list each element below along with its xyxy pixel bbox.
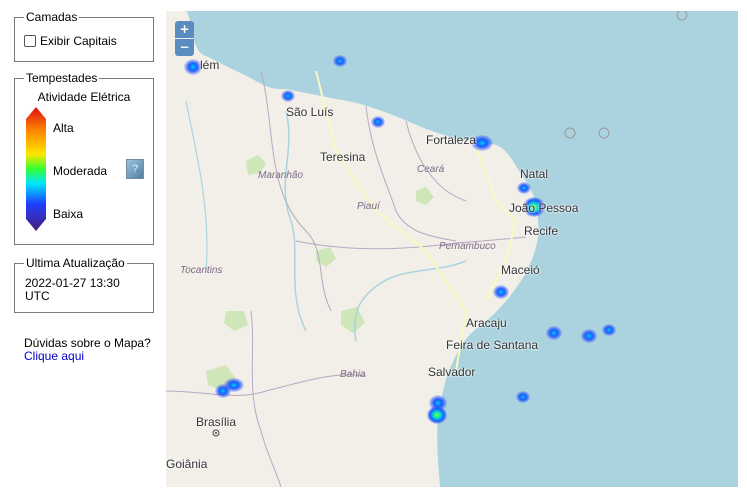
show-capitals-option[interactable]: Exibir Capitais bbox=[24, 34, 117, 48]
storm-cell bbox=[224, 378, 244, 392]
state-label-bahia: Bahia bbox=[340, 369, 366, 380]
storm-cell bbox=[517, 182, 531, 194]
last-update-timestamp: 2022-01-27 13:30 UTC bbox=[25, 276, 120, 303]
state-label-piaui: Piauí bbox=[357, 201, 380, 212]
level-moderate-label: Moderada bbox=[53, 164, 108, 178]
last-update-panel: Ultima Atualização 2022-01-27 13:30 UTC bbox=[14, 256, 154, 313]
help-link[interactable]: Clique aqui bbox=[24, 349, 84, 363]
storm-cell bbox=[281, 90, 295, 102]
storm-cell bbox=[581, 329, 597, 343]
electrical-activity-subtitle: Atividade Elétrica bbox=[37, 90, 131, 104]
city-label-goiania: Goiânia bbox=[166, 457, 208, 471]
state-label-ceara: Ceará bbox=[417, 164, 445, 175]
state-label-tocantins: Tocantins bbox=[180, 265, 223, 276]
storm-cell bbox=[333, 55, 347, 67]
storm-cell bbox=[516, 391, 530, 403]
storm-cell bbox=[371, 116, 385, 128]
city-label-salvador: Salvador bbox=[428, 365, 476, 379]
layers-panel-title: Camadas bbox=[24, 10, 80, 24]
city-label-brasilia: Brasília bbox=[196, 415, 237, 429]
zoom-out-button[interactable]: − bbox=[175, 39, 194, 56]
city-label-fortaleza: Fortaleza bbox=[426, 133, 477, 147]
storm-cell bbox=[546, 326, 562, 340]
city-label-recife: Recife bbox=[524, 224, 559, 238]
help-question: Dúvidas sobre o Mapa? bbox=[24, 336, 151, 350]
activity-color-scale bbox=[26, 107, 46, 231]
city-label-aracaju: Aracaju bbox=[466, 316, 507, 330]
show-capitals-label[interactable]: Exibir Capitais bbox=[40, 34, 117, 48]
last-update-title: Ultima Atualização bbox=[24, 256, 127, 270]
storm-cell bbox=[493, 285, 509, 299]
storms-panel-title: Tempestades bbox=[24, 71, 100, 85]
city-label-feira-de-santana: Feira de Santana bbox=[446, 338, 539, 352]
city-label-belem: lém bbox=[200, 58, 220, 72]
storm-cell bbox=[427, 406, 447, 424]
state-label-maranhao: Maranhão bbox=[258, 170, 304, 181]
map-view[interactable]: + − lém São Luís Teresina Fortaleza Nata… bbox=[166, 11, 738, 487]
layers-panel: Camadas Exibir Capitais bbox=[14, 10, 154, 62]
storm-cell bbox=[602, 324, 616, 336]
city-label-joao-pessoa: João Pessoa bbox=[509, 201, 579, 215]
level-low-label: Baixa bbox=[53, 207, 84, 221]
zoom-in-button[interactable]: + bbox=[175, 21, 194, 38]
city-label-teresina: Teresina bbox=[320, 150, 366, 164]
level-high-label: Alta bbox=[53, 121, 74, 135]
city-label-natal: Natal bbox=[520, 167, 549, 181]
show-capitals-checkbox[interactable] bbox=[24, 35, 36, 47]
storms-legend-panel: Tempestades Atividade Elétrica Alta Mode… bbox=[14, 71, 154, 245]
info-icon[interactable]: ? bbox=[126, 159, 144, 179]
city-label-sao-luis: São Luís bbox=[286, 105, 334, 119]
state-label-pernambuco: Pernambuco bbox=[439, 241, 496, 252]
city-label-maceio: Maceió bbox=[501, 263, 540, 277]
